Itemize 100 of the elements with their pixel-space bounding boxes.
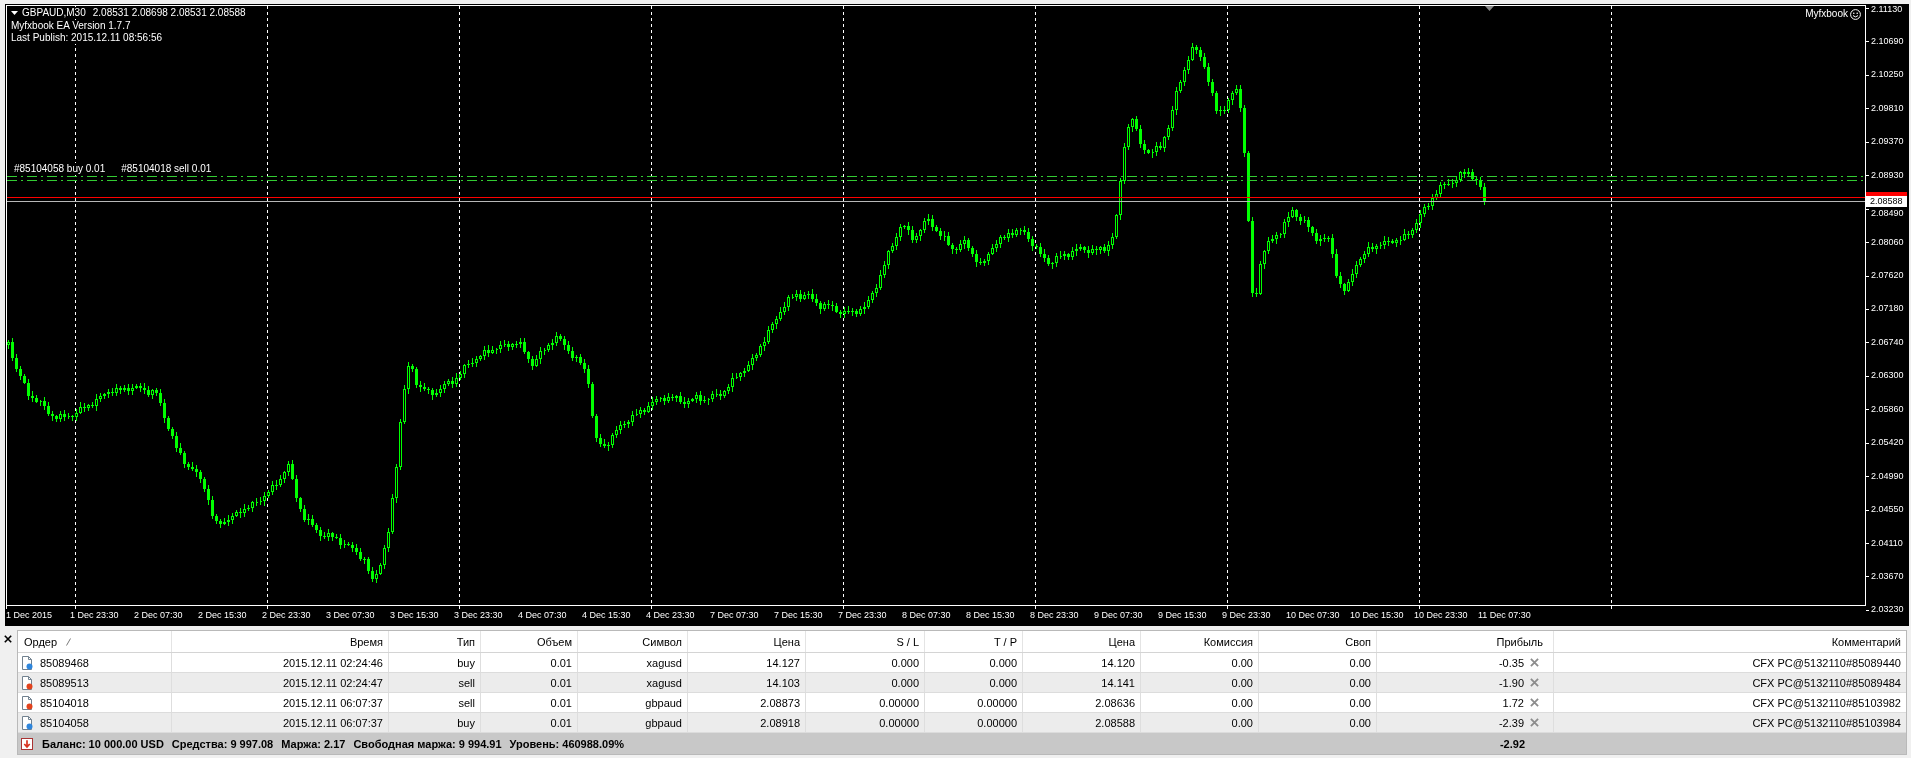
column-header[interactable]: Прибыль	[1377, 631, 1554, 652]
time-axis-label: 4 Dec 23:30	[646, 610, 695, 621]
order-row[interactable]: 85089468 2015.12.11 02:24:46 buy 0.01 xagusd 14.127 0.000 0.000 14.120 0.00 0.00 -0.35 CFX PC@5132110#85089440	[18, 653, 1906, 673]
chart-shift-marker-icon[interactable]	[1485, 6, 1494, 11]
time-axis-label: 3 Dec 23:30	[454, 610, 503, 621]
price-axis-label: 2.07620	[1871, 270, 1904, 281]
table-cell-text: CFX PC@5132110#85089484	[1751, 675, 1902, 691]
close-icon[interactable]	[4, 635, 12, 643]
summary-text: Уровень: 460988.09%	[509, 737, 625, 750]
time-axis-label: 1 Dec 2015	[6, 610, 53, 621]
table-cell: 2.08918	[688, 713, 806, 732]
table-cell: 0.00	[1259, 713, 1377, 732]
brand-label: Myfxbook	[1805, 8, 1848, 20]
table-cell: 85104018	[40, 696, 89, 709]
time-axis-label: 9 Dec 15:30	[1158, 610, 1207, 621]
table-cell: 0.01	[481, 713, 578, 732]
price-axis-label: 2.07180	[1871, 303, 1904, 315]
summary-text: Баланс: 10 000.00 USD	[42, 737, 164, 750]
table-cell: buy	[389, 653, 481, 672]
table-cell: 2.08873	[688, 693, 806, 712]
time-axis-label: 9 Dec 07:30	[1094, 610, 1143, 621]
table-cell: 0.00000	[925, 713, 1023, 732]
time-axis-label: 4 Dec 15:30	[582, 610, 631, 621]
table-cell: 0.00000	[925, 693, 1023, 712]
summary-text: Свободная маржа: 9 994.91	[353, 737, 502, 750]
table-cell: 0.00	[1259, 653, 1377, 672]
caret-down-icon[interactable]	[11, 11, 18, 16]
price-axis-label: 2.10690	[1871, 35, 1904, 47]
order-line-label: #85104058 buy 0.01	[14, 163, 106, 175]
table-cell: 0.00	[1141, 713, 1259, 732]
time-axis-label: 3 Dec 15:30	[390, 610, 439, 621]
price-axis-label: 2.10250	[1871, 69, 1904, 81]
table-cell: 2015.12.11 06:07:37	[172, 713, 389, 732]
table-cell: 0.00	[1141, 693, 1259, 712]
table-cell: -1.90	[1498, 676, 1524, 689]
table-cell: 0.01	[481, 693, 578, 712]
price-axis-label: 2.03230	[1871, 604, 1904, 616]
column-header[interactable]: Цена	[1023, 631, 1141, 652]
column-header[interactable]: Комментарий	[1554, 631, 1906, 652]
column-header[interactable]: S / L	[806, 631, 925, 652]
time-axis-label: 7 Dec 23:30	[838, 610, 887, 621]
table-cell: 1.72	[1502, 696, 1524, 709]
table-cell: 14.103	[688, 673, 806, 692]
table-cell-text: CFX PC@5132110#85103982	[1751, 695, 1902, 711]
time-axis-label: 10 Dec 23:30	[1414, 610, 1468, 621]
column-header[interactable]: Время	[172, 631, 389, 652]
table-cell: xagusd	[578, 653, 688, 672]
summary-total: -2.92	[1499, 737, 1525, 750]
time-axis-label: 2 Dec 07:30	[134, 610, 183, 621]
table-cell-text: CFX PC@5132110#85103984	[1751, 715, 1902, 731]
table-cell: 14.120	[1023, 653, 1141, 672]
column-header[interactable]: Символ	[578, 631, 688, 652]
time-axis-label: 1 Dec 23:30	[70, 610, 119, 621]
smiley-icon	[1850, 8, 1861, 20]
chart-info-text: Last Publish: 2015.12.11 08:56:56	[11, 32, 163, 45]
table-cell: 0.00	[1141, 653, 1259, 672]
table-cell: gbpaud	[578, 713, 688, 732]
sort-indicator-icon	[66, 637, 72, 646]
table-cell: 0.00	[1259, 673, 1377, 692]
table-cell: 0.000	[806, 673, 925, 692]
table-cell: 2015.12.11 02:24:46	[172, 653, 389, 672]
table-cell: 14.141	[1023, 673, 1141, 692]
time-axis-label: 8 Dec 07:30	[902, 610, 951, 621]
price-axis-label: 2.08060	[1871, 236, 1904, 248]
table-cell: 0.000	[925, 653, 1023, 672]
time-axis-label: 4 Dec 07:30	[518, 610, 567, 621]
column-header[interactable]: Тип	[389, 631, 481, 652]
column-header[interactable]: Объем	[481, 631, 578, 652]
time-axis-label: 8 Dec 23:30	[1030, 610, 1079, 621]
column-header[interactable]: T / P	[925, 631, 1023, 652]
price-axis-label: 2.03670	[1871, 570, 1904, 582]
table-cell: 85089513	[40, 676, 89, 689]
price-axis-label: 2.08930	[1871, 169, 1904, 181]
table-cell: 2.08588	[1023, 713, 1141, 732]
order-row[interactable]: 85104018 2015.12.11 06:07:37 sell 0.01 gbpaud 2.08873 0.00000 0.00000 2.08636 0.00 0.00 1.72 CFX PC@5132110#85103982	[18, 693, 1906, 713]
table-cell: 0.01	[481, 673, 578, 692]
table-cell: 2015.12.11 06:07:37	[172, 693, 389, 712]
table-cell: -2.39	[1498, 716, 1524, 729]
price-axis-label: 2.04550	[1871, 504, 1904, 516]
column-header[interactable]: Комиссия	[1141, 631, 1259, 652]
time-axis-label: 11 Dec 07:30	[1478, 610, 1531, 621]
column-header[interactable]: Цена	[688, 631, 806, 652]
time-axis-label: 7 Dec 15:30	[774, 610, 823, 621]
order-row[interactable]: 85104058 2015.12.11 06:07:37 buy 0.01 gbpaud 2.08918 0.00000 0.00000 2.08588 0.00 0.00 -2.39 CFX PC@5132110#85103984	[18, 713, 1906, 733]
column-header[interactable]: Ордер	[18, 631, 172, 652]
table-cell: 2.08636	[1023, 693, 1141, 712]
time-axis-label: 7 Dec 07:30	[710, 610, 759, 621]
table-cell: gbpaud	[578, 693, 688, 712]
table-cell: 0.000	[806, 653, 925, 672]
table-cell: sell	[389, 693, 481, 712]
order-line-label: #85104018 sell 0.01	[121, 163, 212, 175]
document-icon	[21, 715, 33, 730]
table-cell: xagusd	[578, 673, 688, 692]
column-header[interactable]: Своп	[1259, 631, 1377, 652]
table-cell: 2015.12.11 02:24:47	[172, 673, 389, 692]
document-icon	[21, 675, 33, 690]
table-cell: 0.00000	[806, 693, 925, 712]
time-axis-label: 8 Dec 15:30	[966, 610, 1015, 621]
price-axis-label: 2.06740	[1871, 336, 1904, 348]
order-row[interactable]: 85089513 2015.12.11 02:24:47 sell 0.01 xagusd 14.103 0.000 0.000 14.141 0.00 0.00 -1.90 CFX PC@5132110#85089484	[18, 673, 1906, 693]
